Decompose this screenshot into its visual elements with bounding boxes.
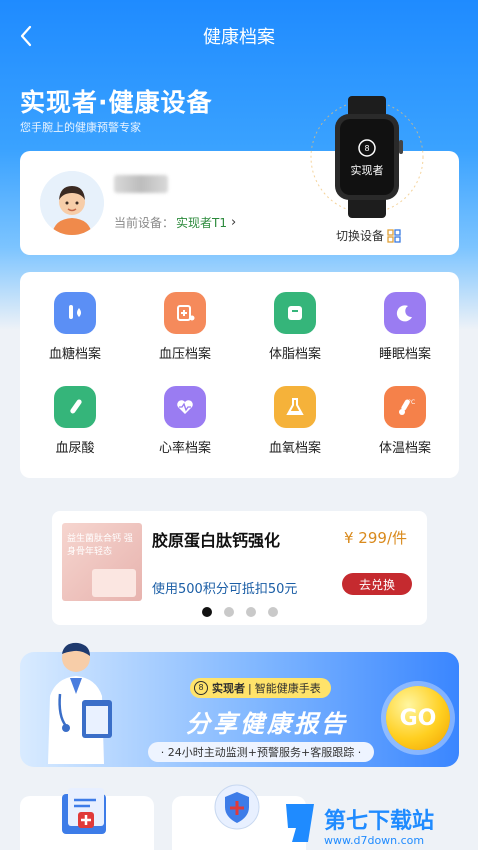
promo-banner[interactable]: 益生菌肽合钙 强身骨年轻态 胶原蛋白肽钙强化 ¥ 299/件 使用500积分可抵… [52,511,427,625]
smartwatch-image: 8 实现者 [304,92,430,222]
carousel-dot[interactable] [245,607,256,617]
blood-pressure-icon [164,292,206,334]
scan-icon [387,228,401,243]
product-image: 益生菌肽合钙 强身骨年轻态 [62,523,142,601]
promo-description: 使用500积分可抵扣50元 [152,582,298,597]
body-fat-icon [274,292,316,334]
watermark-url: www.d7down.com [324,834,424,847]
record-sleep[interactable]: 睡眠档案 [350,272,460,362]
record-blood-oxygen[interactable]: 血氧档案 [240,366,350,456]
record-blood-pressure[interactable]: 血压档案 [130,272,240,362]
promo-price: ¥ 299/件 [344,529,407,547]
avatar[interactable] [40,171,104,235]
go-button[interactable]: GO [386,686,450,750]
promo-title: 胶原蛋白肽钙强化 [152,531,281,550]
current-device-label: 当前设备： [114,216,175,230]
site-watermark: 第七下载站 www.d7down.com [284,798,474,848]
chevron-right-icon: › [230,215,237,230]
product-image-text: 益生菌肽合钙 强身骨年轻态 [67,534,133,557]
hero-subtitle: 您手腕上的健康预警专家 [20,121,141,134]
current-device-row[interactable]: 当前设备： 实现者T1 › [114,214,236,231]
page-title: 健康档案 [203,27,275,48]
svg-text:8: 8 [364,144,369,153]
doctor-illustration [26,636,126,764]
body-temp-icon: °C [384,386,426,428]
record-body-fat[interactable]: 体脂档案 [240,272,350,362]
carousel-dot-active[interactable] [201,607,212,617]
shield-cross-icon [214,784,260,830]
record-label: 心率档案 [158,441,211,456]
share-brand: 实现者 [212,682,245,695]
record-label: 血压档案 [158,347,211,362]
record-label: 血糖档案 [48,347,101,362]
share-subtitle: · 24小时主动监测+预警服务+客服跟踪 · [148,742,374,762]
share-brand-tag: 智能健康手表 [254,682,321,695]
redeem-button[interactable]: 去兑换 [342,573,412,595]
top-bar: 健康档案 [0,18,478,54]
carousel-dot[interactable] [223,607,234,617]
share-brand-pill: 8 实现者 | 智能健康手表 [190,678,331,698]
record-heart-rate[interactable]: 心率档案 [130,366,240,456]
record-label: 睡眠档案 [378,347,431,362]
watch-brand-text: 实现者 [351,163,384,177]
blood-sugar-icon [54,292,96,334]
hero-title: 实现者·健康设备 [20,88,213,117]
sleep-icon [384,292,426,334]
health-records-grid: 血糖档案 血压档案 体脂档案 睡眠档案 血尿酸 心率档案 血氧档案 °C 体温档… [20,272,459,478]
record-label: 血氧档案 [268,441,321,456]
bottom-card-medical-record[interactable] [20,788,154,850]
watermark-name: 第七下载站 [324,808,434,834]
medical-folder-icon [62,788,106,834]
svg-text:°C: °C [408,399,415,406]
uric-acid-icon [54,386,96,428]
record-label: 体脂档案 [268,347,321,362]
heart-rate-icon [164,386,206,428]
record-blood-sugar[interactable]: 血糖档案 [20,272,130,362]
record-body-temp[interactable]: °C 体温档案 [350,366,460,456]
switch-device-label: 切换设备 [336,229,385,243]
current-device-name: 实现者T1 [176,216,227,230]
blood-oxygen-icon [274,386,316,428]
carousel-dots [52,607,427,617]
back-chevron-icon[interactable] [12,22,40,50]
record-label: 血尿酸 [55,441,95,456]
share-title: 分享健康报告 [186,710,348,738]
username-blurred [114,175,168,193]
switch-device-button[interactable]: 切换设备 [336,227,401,244]
carousel-dot[interactable] [267,607,278,617]
record-label: 体温档案 [378,441,431,456]
record-uric-acid[interactable]: 血尿酸 [20,366,130,456]
